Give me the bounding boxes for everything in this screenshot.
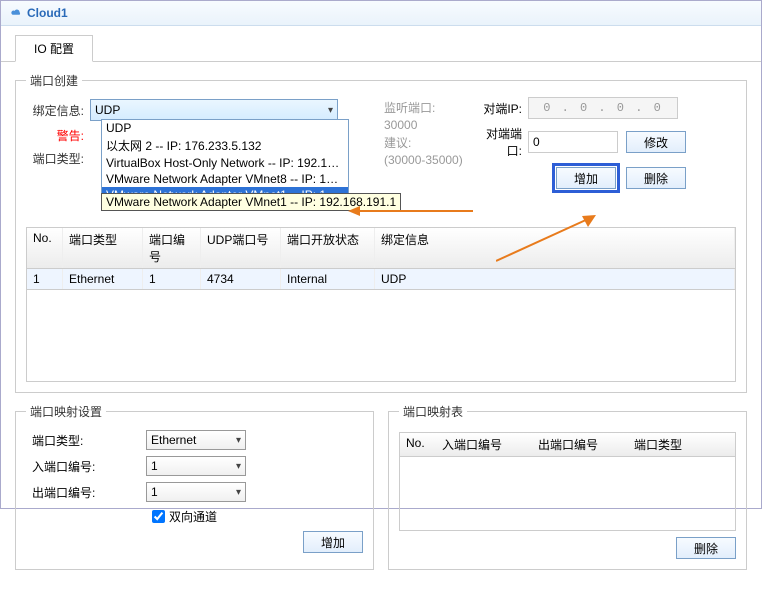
listen-port-group: 监听端口: 30000 建议: (30000-35000): [384, 99, 463, 169]
peer-port-input[interactable]: [528, 131, 618, 153]
listen-port-label: 监听端口:: [384, 99, 463, 116]
map-add-button[interactable]: 增加: [303, 531, 363, 553]
bidirectional-checkbox[interactable]: [152, 510, 165, 523]
peer-port-label: 对端端口:: [472, 125, 528, 159]
chevron-down-icon: ▾: [328, 105, 333, 116]
dropdown-option[interactable]: VMware Network Adapter VMnet8 -- IP: 192…: [102, 171, 348, 187]
delete-button[interactable]: 删除: [626, 167, 686, 189]
title-bar: Cloud1: [1, 1, 761, 26]
annotation-arrow-icon: [496, 213, 596, 263]
map-table-legend: 端口映射表: [399, 403, 467, 420]
chevron-down-icon: ▾: [236, 487, 241, 498]
port-create-panel: 端口创建 绑定信息: UDP ▾ 警告: 端口类型: UDP 以太网 2 -- …: [15, 72, 747, 393]
table-header: No. 端口类型 端口编号 UDP端口号 端口开放状态 绑定信息: [26, 227, 736, 269]
tab-io-config[interactable]: IO 配置: [15, 35, 93, 62]
map-table-body: [399, 457, 736, 531]
table-row[interactable]: 1 Ethernet 1 4734 Internal UDP: [26, 269, 736, 290]
map-table-header: No. 入端口编号 出端口编号 端口类型: [399, 432, 736, 457]
table-empty-space: [26, 290, 736, 382]
out-port-label: 出端口编号:: [26, 484, 146, 501]
port-map-table-panel: 端口映射表 No. 入端口编号 出端口编号 端口类型 删除: [388, 403, 747, 570]
peer-ip-label: 对端IP:: [472, 100, 528, 117]
dropdown-option[interactable]: VirtualBox Host-Only Network -- IP: 192.…: [102, 155, 348, 171]
bidirectional-label: 双向通道: [169, 508, 217, 525]
dropdown-option[interactable]: 以太网 2 -- IP: 176.233.5.132: [102, 136, 348, 155]
port-map-setting-panel: 端口映射设置 端口类型: Ethernet▾ 入端口编号: 1▾ 出端口编号: …: [15, 403, 374, 570]
map-delete-button[interactable]: 删除: [676, 537, 736, 559]
tab-bar: IO 配置: [1, 26, 761, 62]
bind-info-label: 绑定信息:: [26, 102, 90, 119]
port-create-legend: 端口创建: [26, 72, 82, 89]
in-port-select[interactable]: 1▾: [146, 456, 246, 476]
cloud-icon: [9, 6, 23, 20]
suggest-label: 建议:: [384, 134, 463, 151]
modify-button[interactable]: 修改: [626, 131, 686, 153]
chevron-down-icon: ▾: [236, 435, 241, 446]
bind-info-select[interactable]: UDP ▾: [90, 99, 338, 121]
port-table: No. 端口类型 端口编号 UDP端口号 端口开放状态 绑定信息 1 Ether…: [26, 227, 736, 382]
add-button[interactable]: 增加: [556, 167, 616, 189]
port-type-label: 端口类型:: [26, 150, 90, 167]
in-port-label: 入端口编号:: [26, 458, 146, 475]
peer-ip-input[interactable]: 0 . 0 . 0 . 0: [528, 97, 678, 119]
out-port-select[interactable]: 1▾: [146, 482, 246, 502]
map-port-type-select[interactable]: Ethernet▾: [146, 430, 246, 450]
suggest-range: (30000-35000): [384, 153, 463, 167]
map-port-type-label: 端口类型:: [26, 432, 146, 449]
annotation-arrow-icon: [348, 201, 478, 221]
window-title: Cloud1: [27, 6, 68, 20]
dropdown-option[interactable]: UDP: [102, 120, 348, 136]
listen-port-value: 30000: [384, 118, 463, 132]
warning-label: 警告:: [26, 127, 90, 144]
map-setting-legend: 端口映射设置: [26, 403, 106, 420]
bind-info-dropdown[interactable]: UDP 以太网 2 -- IP: 176.233.5.132 VirtualBo…: [101, 119, 349, 204]
chevron-down-icon: ▾: [236, 461, 241, 472]
